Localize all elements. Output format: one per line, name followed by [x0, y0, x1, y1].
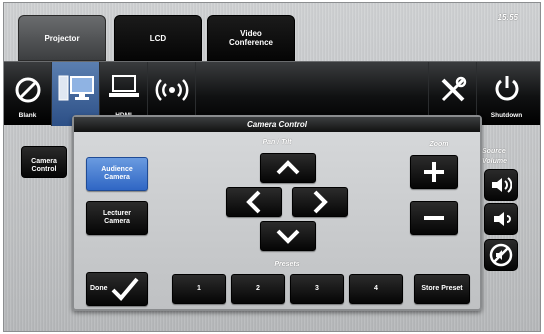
shutdown-label: Shutdown	[490, 112, 523, 119]
tab-projector[interactable]: Projector	[18, 15, 106, 61]
audience-camera-button[interactable]: Audience Camera	[86, 157, 148, 191]
shutdown-button[interactable]: Shutdown	[476, 62, 536, 126]
checkmark-icon	[111, 277, 139, 301]
touch-panel-screen: Projector LCD Video Conference 15:55 Bla…	[3, 2, 541, 332]
chevron-down-icon	[276, 229, 300, 244]
chevron-right-icon	[313, 190, 328, 214]
preset-2-button[interactable]: 2	[231, 274, 285, 304]
store-preset-button[interactable]: Store Preset	[414, 274, 470, 304]
tab-label: Video Conference	[228, 29, 273, 47]
done-button[interactable]: Done	[86, 272, 148, 306]
camera-control-panel: Camera Control Pan / Tilt Zoom Audience …	[72, 115, 482, 311]
preset-label: 4	[374, 285, 378, 292]
presets-label: Presets	[274, 261, 300, 268]
camera-control-side-label: Camera Control	[31, 158, 57, 173]
volume-down-button[interactable]	[484, 203, 518, 235]
chevron-up-icon	[276, 160, 300, 175]
zoom-in-button[interactable]	[410, 155, 458, 189]
preset-label: 1	[197, 285, 201, 292]
audience-camera-label: Audience Camera	[101, 166, 133, 181]
chevron-left-icon	[246, 190, 261, 214]
mute-icon	[489, 243, 513, 267]
preset-4-button[interactable]: 4	[349, 274, 403, 304]
tilt-down-button[interactable]	[260, 221, 316, 251]
tab-video-conference[interactable]: Video Conference	[207, 15, 295, 61]
wireless-icon	[155, 79, 188, 101]
mute-button[interactable]	[484, 239, 518, 271]
tab-label: LCD	[149, 33, 167, 43]
preset-3-button[interactable]: 3	[290, 274, 344, 304]
tab-lcd[interactable]: LCD	[114, 15, 202, 61]
preset-label: 3	[315, 285, 319, 292]
laptop-icon	[108, 75, 139, 97]
tab-label: Projector	[44, 33, 80, 43]
minus-icon	[424, 216, 444, 220]
zoom-label: Zoom	[429, 141, 449, 148]
volume-up-icon	[492, 177, 512, 193]
tilt-up-button[interactable]	[260, 153, 316, 183]
blank-label: Blank	[18, 112, 37, 119]
clock: 15:55	[497, 13, 518, 22]
lecturer-camera-button[interactable]: Lecturer Camera	[86, 201, 148, 235]
panel-title: Camera Control	[74, 117, 480, 132]
volume-up-button[interactable]	[484, 169, 518, 201]
source-volume-label: Source Volume	[482, 148, 508, 165]
camera-control-side-button[interactable]: Camera Control	[21, 146, 67, 178]
pc-icon	[58, 75, 94, 101]
pan-left-button[interactable]	[226, 187, 282, 217]
zoom-out-button[interactable]	[410, 201, 458, 235]
lecturer-camera-label: Lecturer Camera	[102, 210, 131, 225]
power-icon	[495, 76, 518, 101]
plus-icon	[424, 162, 444, 182]
pan-tilt-label: Pan / Tilt	[262, 139, 292, 146]
preset-1-button[interactable]: 1	[172, 274, 226, 304]
pan-right-button[interactable]	[292, 187, 348, 217]
store-preset-label: Store Preset	[421, 285, 463, 292]
blank-button[interactable]: Blank	[4, 62, 52, 126]
blank-icon	[15, 77, 40, 103]
done-label: Done	[90, 285, 108, 292]
preset-label: 2	[256, 285, 260, 292]
tools-icon	[441, 76, 466, 102]
volume-down-icon	[494, 212, 511, 226]
